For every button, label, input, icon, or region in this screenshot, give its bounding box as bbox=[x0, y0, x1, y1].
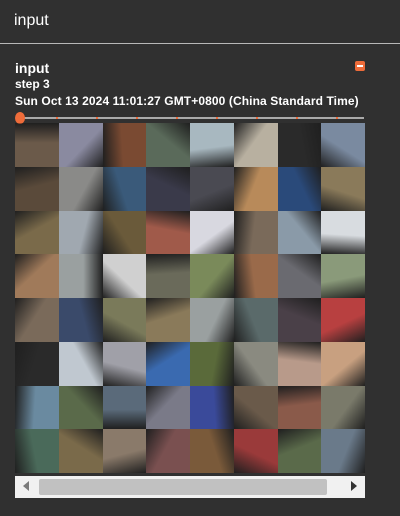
minus-icon bbox=[357, 65, 363, 67]
image-grid bbox=[15, 123, 365, 473]
image-tile bbox=[321, 385, 365, 430]
step-value: 3 bbox=[43, 77, 50, 91]
image-tile bbox=[58, 429, 103, 473]
image-tile bbox=[102, 123, 147, 167]
image-tile bbox=[146, 210, 190, 255]
image-tile bbox=[146, 123, 190, 167]
step-label: step 3 bbox=[15, 77, 50, 91]
image-tile bbox=[146, 166, 190, 211]
image-tile bbox=[233, 210, 278, 255]
image-tile bbox=[102, 254, 147, 298]
slider-tick bbox=[96, 117, 98, 119]
image-tile bbox=[277, 210, 322, 255]
image-tile bbox=[102, 210, 147, 255]
image-tile bbox=[146, 385, 190, 430]
slider-tick bbox=[336, 117, 338, 119]
image-tile bbox=[277, 254, 322, 298]
image-tile bbox=[233, 123, 278, 167]
image-tile bbox=[58, 123, 103, 167]
image-tile bbox=[102, 429, 147, 473]
slider-tick bbox=[176, 117, 178, 119]
image-tile bbox=[190, 210, 234, 255]
image-tile bbox=[321, 210, 365, 255]
image-tile bbox=[102, 298, 147, 342]
horizontal-scrollbar[interactable] bbox=[15, 476, 365, 498]
image-tile bbox=[58, 254, 103, 298]
image-tile bbox=[15, 254, 59, 298]
image-tile bbox=[190, 385, 234, 430]
image-tile bbox=[233, 254, 278, 298]
image-tile bbox=[277, 429, 322, 473]
image-tile bbox=[102, 341, 147, 386]
image-tile bbox=[15, 341, 59, 386]
image-tile bbox=[277, 166, 322, 211]
image-tile bbox=[15, 298, 59, 342]
slider-tick bbox=[56, 117, 58, 119]
image-tile bbox=[190, 341, 234, 386]
image-tile bbox=[233, 385, 278, 430]
image-tile bbox=[146, 298, 190, 342]
slider-tick bbox=[216, 117, 218, 119]
image-card: input step 3 Sun Oct 13 2024 11:01:27 GM… bbox=[6, 52, 374, 510]
image-tile bbox=[233, 166, 278, 211]
image-tile bbox=[321, 254, 365, 298]
image-tile bbox=[58, 210, 103, 255]
image-tile bbox=[277, 123, 322, 167]
image-tile bbox=[321, 166, 365, 211]
image-tile bbox=[321, 298, 365, 342]
arrow-right-icon[interactable] bbox=[351, 481, 357, 491]
image-tile bbox=[277, 298, 322, 342]
image-tile bbox=[190, 298, 234, 342]
image-tile bbox=[146, 254, 190, 298]
image-tile bbox=[277, 385, 322, 430]
image-tile bbox=[190, 429, 234, 473]
image-tile bbox=[233, 341, 278, 386]
image-tile bbox=[146, 341, 190, 386]
image-tile bbox=[233, 429, 278, 473]
image-tile bbox=[15, 210, 59, 255]
image-tile bbox=[102, 385, 147, 430]
image-tile bbox=[146, 429, 190, 473]
image-tile bbox=[190, 166, 234, 211]
step-label-text: step bbox=[15, 77, 40, 91]
arrow-left-icon[interactable] bbox=[23, 481, 29, 491]
image-tile bbox=[277, 341, 322, 386]
image-tile bbox=[321, 123, 365, 167]
image-tile bbox=[190, 254, 234, 298]
image-tile bbox=[321, 341, 365, 386]
image-tile bbox=[58, 385, 103, 430]
card-title: input bbox=[15, 60, 50, 76]
image-tile bbox=[15, 385, 59, 430]
image-tile bbox=[15, 123, 59, 167]
image-tile bbox=[15, 429, 59, 473]
image-tile bbox=[58, 298, 103, 342]
image-tile bbox=[58, 166, 103, 211]
image-tile bbox=[233, 298, 278, 342]
scrollbar-thumb[interactable] bbox=[39, 479, 327, 495]
slider-tick bbox=[296, 117, 298, 119]
image-tile bbox=[190, 123, 234, 167]
slider-tick bbox=[136, 117, 138, 119]
image-tile bbox=[15, 166, 59, 211]
expand-button[interactable] bbox=[355, 61, 365, 71]
image-tile bbox=[102, 166, 147, 211]
slider-track[interactable] bbox=[18, 117, 364, 119]
run-header: input bbox=[0, 0, 400, 44]
run-title: input bbox=[14, 12, 49, 29]
slider-tick bbox=[256, 117, 258, 119]
image-tile bbox=[58, 341, 103, 386]
timestamp: Sun Oct 13 2024 11:01:27 GMT+0800 (China… bbox=[15, 94, 359, 108]
image-tile bbox=[321, 429, 365, 473]
